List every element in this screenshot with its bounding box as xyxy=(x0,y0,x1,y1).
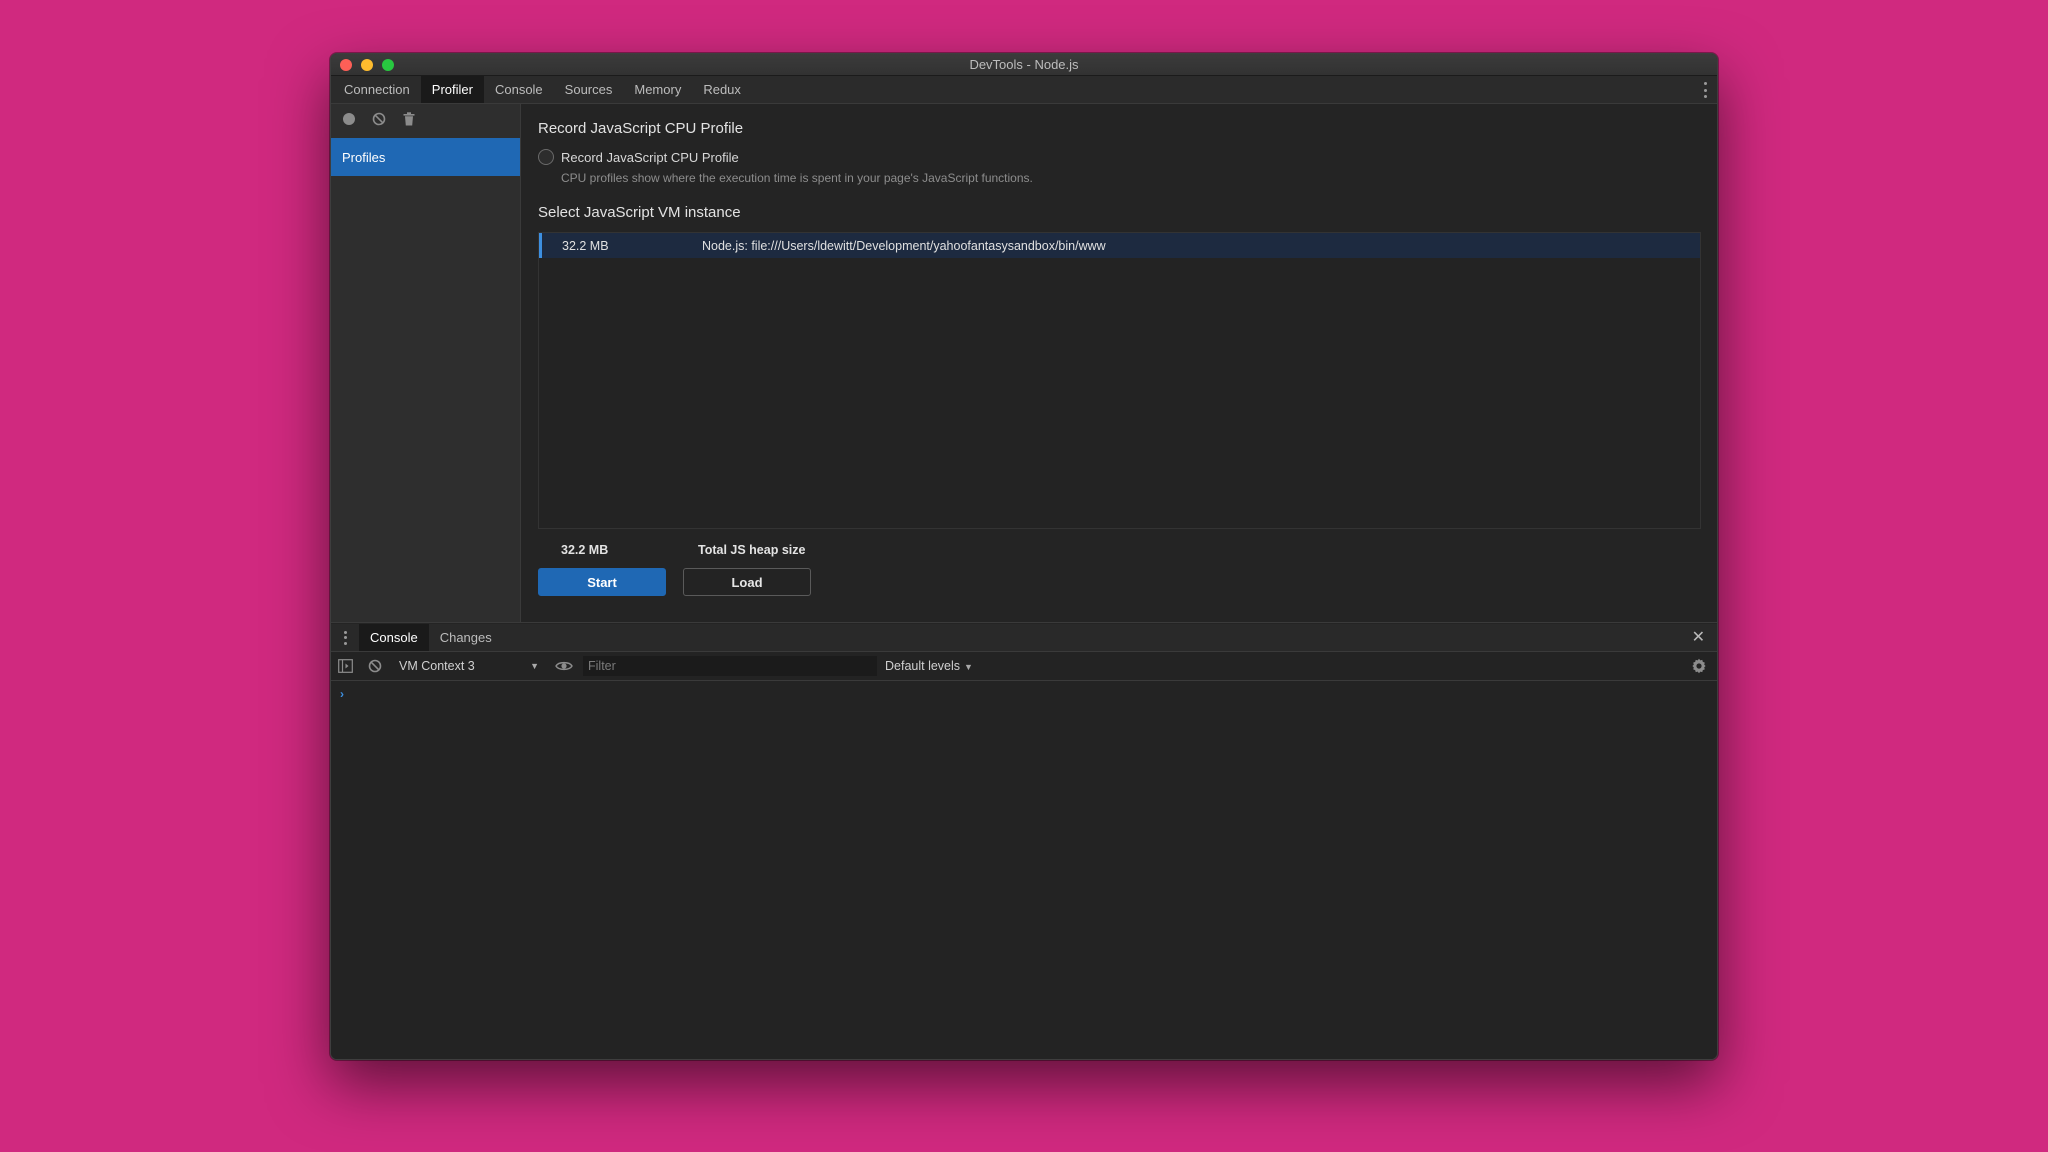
sidebar-toggle-icon[interactable] xyxy=(337,658,353,674)
record-icon[interactable] xyxy=(341,111,357,127)
console-prompt[interactable]: › xyxy=(331,681,1717,701)
tab-profiler[interactable]: Profiler xyxy=(420,76,484,103)
trash-icon[interactable] xyxy=(401,111,417,127)
tab-redux[interactable]: Redux xyxy=(692,76,752,103)
window-controls xyxy=(340,59,394,71)
sidebar-item-profiles[interactable]: Profiles xyxy=(331,138,520,176)
drawer-menu-icon[interactable] xyxy=(331,624,359,651)
context-label: VM Context 3 xyxy=(399,659,475,673)
log-levels-label: Default levels xyxy=(885,659,961,673)
filter-input[interactable] xyxy=(583,656,877,676)
clear-icon[interactable] xyxy=(371,111,387,127)
total-heap-size: 32.2 MB xyxy=(561,543,609,557)
panel-tabs: Connection Profiler Console Sources Memo… xyxy=(331,76,1717,104)
vm-instance-size: 32.2 MB xyxy=(562,238,609,253)
console-toolbar: VM Context 3 ▼ Default levels▼ xyxy=(331,652,1717,681)
vm-instance-name: Node.js: file:///Users/ldewitt/Developme… xyxy=(702,238,1106,253)
profiler-panel: Profiles Record JavaScript CPU Profile R… xyxy=(331,104,1717,623)
tab-sources[interactable]: Sources xyxy=(554,76,624,103)
tab-console[interactable]: Console xyxy=(484,76,554,103)
load-button[interactable]: Load xyxy=(683,568,811,596)
chevron-down-icon: ▼ xyxy=(530,661,539,671)
console-drawer: Console Changes ✕ VM Context 3 ▼ Default… xyxy=(331,624,1717,1059)
profile-type-option: Record JavaScript CPU Profile xyxy=(538,149,1701,165)
vm-instance-row[interactable]: 32.2 MB Node.js: file:///Users/ldewitt/D… xyxy=(539,233,1700,258)
start-button[interactable]: Start xyxy=(538,568,666,596)
vm-instance-list: 32.2 MB Node.js: file:///Users/ldewitt/D… xyxy=(538,232,1701,529)
profiler-main: Record JavaScript CPU Profile Record Jav… xyxy=(521,104,1717,622)
cpu-profile-description: CPU profiles show where the execution ti… xyxy=(561,171,1033,185)
maximize-window-button[interactable] xyxy=(382,59,394,71)
drawer-tab-changes[interactable]: Changes xyxy=(429,624,503,651)
clear-console-icon[interactable] xyxy=(367,658,383,674)
chevron-down-icon: ▼ xyxy=(964,662,973,672)
tab-connection[interactable]: Connection xyxy=(333,76,421,103)
drawer-tab-console[interactable]: Console xyxy=(359,624,429,651)
cpu-profile-label: Record JavaScript CPU Profile xyxy=(561,149,739,165)
profile-actions: Start Load xyxy=(538,568,1701,596)
cpu-profile-radio[interactable] xyxy=(538,149,554,165)
eye-icon[interactable] xyxy=(555,657,573,675)
close-window-button[interactable] xyxy=(340,59,352,71)
profiler-toolbar xyxy=(331,104,520,134)
total-heap-label: Total JS heap size xyxy=(698,543,806,557)
page-title: Record JavaScript CPU Profile xyxy=(538,120,744,137)
tab-memory[interactable]: Memory xyxy=(623,76,692,103)
log-levels-dropdown[interactable]: Default levels ▼ xyxy=(885,659,973,673)
profiles-sidebar: Profiles xyxy=(331,104,521,622)
minimize-window-button[interactable] xyxy=(361,59,373,71)
vm-section-title: Select JavaScript VM instance xyxy=(538,204,741,221)
window-title: DevTools - Node.js xyxy=(969,57,1079,72)
more-options-icon[interactable] xyxy=(1703,82,1707,98)
context-selector[interactable]: VM Context 3 ▼ xyxy=(399,659,539,673)
title-bar: DevTools - Node.js xyxy=(331,54,1717,76)
drawer-tabs: Console Changes ✕ xyxy=(331,624,1717,652)
close-drawer-icon[interactable]: ✕ xyxy=(1692,630,1705,646)
gear-icon[interactable] xyxy=(1691,658,1707,674)
heap-summary: 32.2 MB Total JS heap size xyxy=(538,541,1701,559)
devtools-window: DevTools - Node.js Connection Profiler C… xyxy=(330,53,1718,1060)
